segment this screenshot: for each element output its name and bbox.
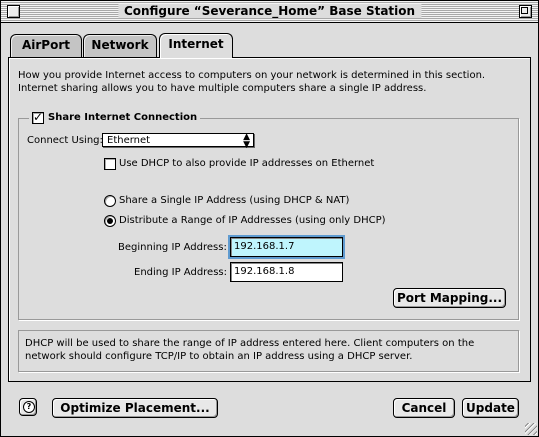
share-internet-checkbox-row[interactable]: Share Internet Connection: [29, 110, 201, 125]
radio-single-ip-label[interactable]: Share a Single IP Address (using DHCP & …: [119, 195, 349, 206]
resize-grip-icon[interactable]: [525, 423, 537, 435]
tab-network[interactable]: Network: [83, 34, 157, 57]
dhcp-info-text: DHCP will be used to share the range of …: [25, 338, 475, 362]
update-button[interactable]: Update: [462, 398, 519, 418]
ending-ip-value: 192.168.1.8: [234, 266, 295, 277]
help-button[interactable]: ?: [19, 398, 37, 416]
cancel-label: Cancel: [401, 401, 447, 415]
dhcp-ethernet-label[interactable]: Use DHCP to also provide IP addresses on…: [119, 158, 374, 169]
tab-network-label: Network: [91, 38, 149, 52]
share-internet-label: Share Internet Connection: [48, 112, 198, 123]
tab-internet[interactable]: Internet: [159, 33, 233, 58]
question-mark-icon: ?: [23, 401, 35, 413]
port-mapping-button[interactable]: Port Mapping...: [393, 288, 506, 308]
beginning-ip-value: 192.168.1.7: [234, 241, 295, 252]
connect-using-label: Connect Using:: [27, 135, 103, 146]
dhcp-ethernet-checkbox[interactable]: [104, 158, 116, 170]
radio-range-ip-label[interactable]: Distribute a Range of IP Addresses (usin…: [119, 215, 386, 226]
connect-using-popup[interactable]: Ethernet ▲ ▼: [102, 132, 254, 150]
share-internet-checkbox[interactable]: [32, 110, 44, 124]
cancel-button[interactable]: Cancel: [393, 398, 455, 418]
window-title: Configure “Severance_Home” Base Station: [117, 4, 422, 18]
tab-airport[interactable]: AirPort: [10, 34, 82, 57]
zoom-box-icon[interactable]: [519, 5, 532, 18]
beginning-ip-field[interactable]: 192.168.1.7: [228, 235, 345, 259]
close-box-icon[interactable]: [7, 5, 20, 18]
popup-arrows-icon: ▲ ▼: [243, 132, 250, 150]
title-bar[interactable]: Configure “Severance_Home” Base Station: [1, 1, 538, 23]
ending-ip-label: Ending IP Address:: [134, 267, 227, 278]
tab-airport-label: AirPort: [21, 38, 70, 52]
dhcp-info-box: DHCP will be used to share the range of …: [18, 330, 519, 372]
port-mapping-label: Port Mapping...: [396, 291, 502, 305]
radio-range-ip[interactable]: [104, 215, 116, 227]
connect-using-value: Ethernet: [107, 135, 151, 146]
optimize-placement-label: Optimize Placement...: [60, 401, 210, 415]
beginning-ip-label: Beginning IP Address:: [118, 242, 227, 253]
ending-ip-field[interactable]: 192.168.1.8: [230, 262, 343, 282]
internet-description: How you provide Internet access to compu…: [18, 70, 486, 94]
tab-internet-label: Internet: [168, 37, 224, 51]
radio-single-ip[interactable]: [104, 195, 116, 207]
update-label: Update: [466, 401, 515, 415]
optimize-placement-button[interactable]: Optimize Placement...: [52, 398, 218, 418]
